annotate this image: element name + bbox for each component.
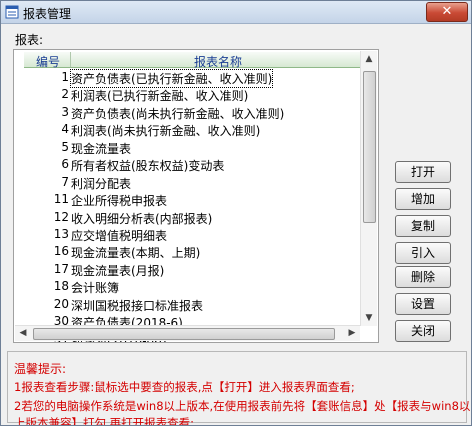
row-report-name: 资产负债表(尚未执行新金融、收入准则): [71, 106, 285, 121]
row-report-name: 企业所得税申报表: [71, 194, 168, 209]
close-button[interactable]: 关闭: [395, 320, 451, 342]
window-close-button[interactable]: ✕: [426, 2, 468, 22]
table-row[interactable]: 7 利润分配表: [24, 174, 368, 191]
table-row[interactable]: 1 资产负债表(已执行新金融、收入准则): [24, 69, 368, 88]
app-icon: [5, 5, 19, 19]
window-title: 报表管理: [23, 7, 72, 21]
column-header-number[interactable]: 编号: [36, 53, 60, 70]
row-number: 17: [53, 261, 69, 276]
table-row[interactable]: 2 利润表(已执行新金融、收入准则): [24, 86, 368, 103]
row-number: 16: [53, 244, 69, 259]
table-row[interactable]: 13 应交增值税明细表: [24, 226, 368, 243]
horizontal-scroll-thumb[interactable]: [33, 328, 335, 340]
settings-button[interactable]: 设置: [395, 293, 451, 315]
table-row[interactable]: 18 会计账簿: [24, 278, 368, 295]
row-number: 18: [53, 279, 69, 294]
table-row[interactable]: 16 现金流量表(本期、上期): [24, 243, 368, 260]
open-button[interactable]: 打开: [395, 161, 451, 183]
table-row[interactable]: 17 现金流量表(月报): [24, 261, 368, 278]
row-report-name: 利润分配表: [71, 176, 132, 191]
table-row[interactable]: 20 深圳国税报接口标准报表: [24, 296, 368, 313]
table-header: 编号 报表名称: [24, 52, 368, 70]
table-row[interactable]: 6 所有者权益(股东权益)变动表: [24, 156, 368, 173]
row-number: 1: [61, 70, 69, 84]
row-report-name: 现金流量表: [71, 141, 132, 156]
column-header-name[interactable]: 报表名称: [194, 53, 242, 70]
row-report-name: 收入明细分析表(内部报表): [71, 211, 213, 226]
table-row[interactable]: 12 收入明细分析表(内部报表): [24, 209, 368, 226]
copy-button[interactable]: 复制: [395, 215, 451, 237]
row-report-name: 深圳国税报接口标准报表: [71, 298, 204, 313]
table-row[interactable]: 4 利润表(尚未执行新金融、收入准则): [24, 121, 368, 138]
row-report-name: 现金流量表(本期、上期): [71, 246, 201, 261]
tips-panel: 温馨提示: 1报表查看步骤:鼠标选中要查的报表,点【打开】进入报表界面查看; 2…: [7, 351, 471, 426]
reports-group-label: 报表:: [15, 33, 44, 47]
row-number: 3: [61, 104, 69, 119]
row-number: 2: [61, 87, 69, 102]
row-report-name: 利润表(尚未执行新金融、收入准则): [71, 124, 261, 139]
vertical-scroll-thumb[interactable]: [363, 71, 376, 223]
import-button[interactable]: 引入: [395, 242, 451, 264]
row-number: 12: [53, 209, 69, 224]
table-body: 1 资产负债表(已执行新金融、收入准则) 2 利润表(已执行新金融、收入准则) 3 资产负…: [24, 69, 368, 342]
row-report-name: 利润表(已执行新金融、收入准则): [71, 89, 249, 104]
report-manager-window: 报表管理 ✕ 报表: 编号 报表名称 1 资产负债表(已执行新金融、收入准则) 2 利…: [0, 0, 472, 426]
row-report-name: 资产负债表(已执行新金融、收入准则): [69, 69, 274, 88]
row-number: 7: [61, 174, 69, 189]
scroll-up-arrow-icon[interactable]: ▲: [361, 51, 377, 67]
row-report-name: 应交增值税明细表: [71, 228, 168, 243]
row-report-name: 现金流量表(月报): [71, 263, 165, 278]
horizontal-scrollbar[interactable]: ◀ ▶: [15, 325, 360, 341]
title-bar[interactable]: 报表管理 ✕: [1, 1, 471, 24]
row-number: 20: [53, 296, 69, 311]
row-number: 13: [53, 226, 69, 241]
table-row[interactable]: 5 现金流量表: [24, 139, 368, 156]
table-row[interactable]: 3 资产负债表(尚未执行新金融、收入准则): [24, 104, 368, 121]
report-table[interactable]: 编号 报表名称 1 资产负债表(已执行新金融、收入准则) 2 利润表(已执行新金融、收…: [13, 49, 379, 343]
tip-line-3: 上版本兼容】打勾,再打开报表查看;: [14, 416, 195, 426]
delete-button[interactable]: 删除: [395, 266, 451, 288]
column-divider[interactable]: [70, 52, 71, 67]
scroll-left-arrow-icon[interactable]: ◀: [15, 326, 31, 341]
row-number: 5: [61, 139, 69, 154]
row-number: 4: [61, 122, 69, 137]
tip-line-1: 1报表查看步骤:鼠标选中要查的报表,点【打开】进入报表界面查看;: [14, 380, 355, 394]
row-number: 6: [61, 157, 69, 172]
row-report-name: 所有者权益(股东权益)变动表: [71, 159, 225, 174]
add-button[interactable]: 增加: [395, 188, 451, 210]
row-report-name: 会计账簿: [71, 281, 120, 296]
table-row[interactable]: 11 企业所得税申报表: [24, 191, 368, 208]
scroll-right-arrow-icon[interactable]: ▶: [344, 326, 360, 341]
row-number: 11: [53, 192, 69, 207]
tips-title: 温馨提示:: [14, 362, 67, 376]
scroll-down-arrow-icon[interactable]: ▼: [361, 310, 377, 326]
vertical-scrollbar[interactable]: ▲ ▼: [360, 51, 377, 326]
tip-line-2: 2若您的电脑操作系统是win8以上版本,在使用报表前先将【套账信息】处【报表与w…: [14, 399, 471, 413]
